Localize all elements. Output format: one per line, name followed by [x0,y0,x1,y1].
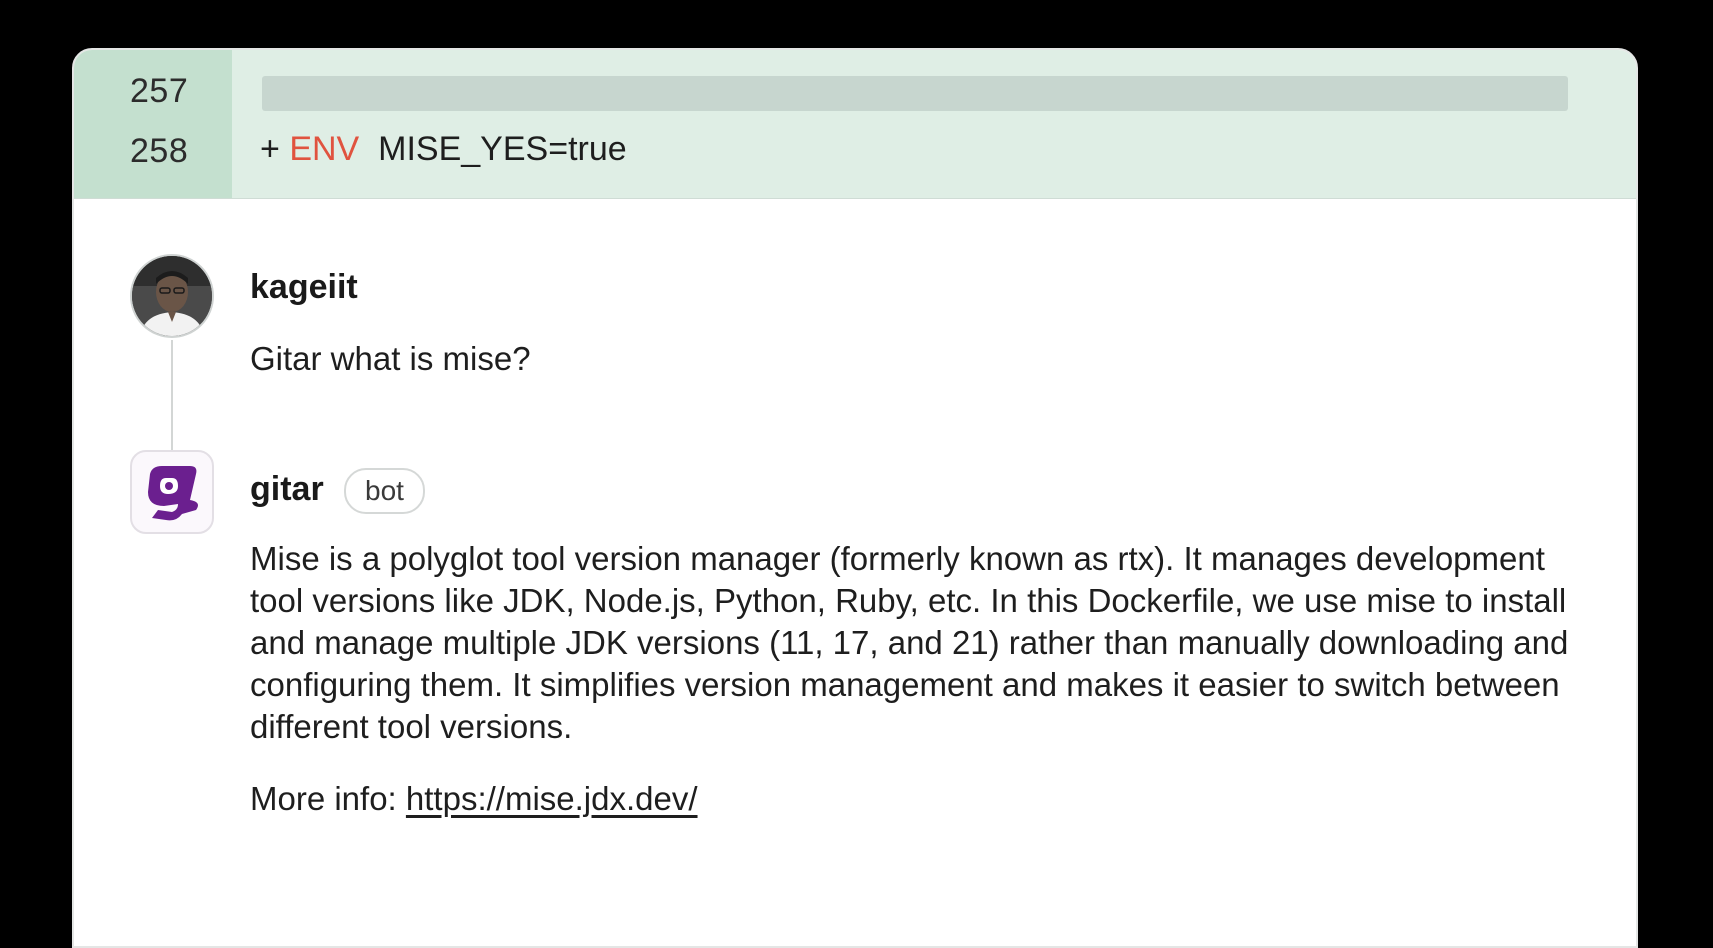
line-number-258[interactable]: 258 [130,132,188,171]
bot-badge: bot [344,468,425,514]
diff-plus-marker: + [260,130,280,168]
line-number-gutter: 257 258 [74,50,232,198]
line-number-257[interactable]: 257 [130,72,188,111]
diff-section: 257 258 + ENV MISE_YES=true [74,50,1636,199]
more-info-link[interactable]: https://mise.jdx.dev/ [406,780,698,817]
more-info: More info: https://mise.jdx.dev/ [250,780,698,818]
comment-author[interactable]: kageiit [250,268,358,307]
bot-avatar[interactable] [130,450,214,534]
redacted-code-line [262,76,1568,111]
comment-body: Mise is a polyglot tool version manager … [250,540,1569,745]
avatar[interactable] [130,254,214,338]
more-info-label: More info: [250,780,397,817]
comment-author[interactable]: gitar [250,470,324,509]
code-content: MISE_YES=true [378,130,627,168]
added-code-line: + ENV MISE_YES=true [260,130,627,169]
gitar-logo-icon [148,466,198,521]
code-keyword: ENV [289,130,360,168]
comment-body: Gitar what is mise? [250,340,531,377]
user-avatar-photo [132,256,212,336]
pr-review-card: 257 258 + ENV MISE_YES=true kageiit Gita… [72,48,1638,948]
